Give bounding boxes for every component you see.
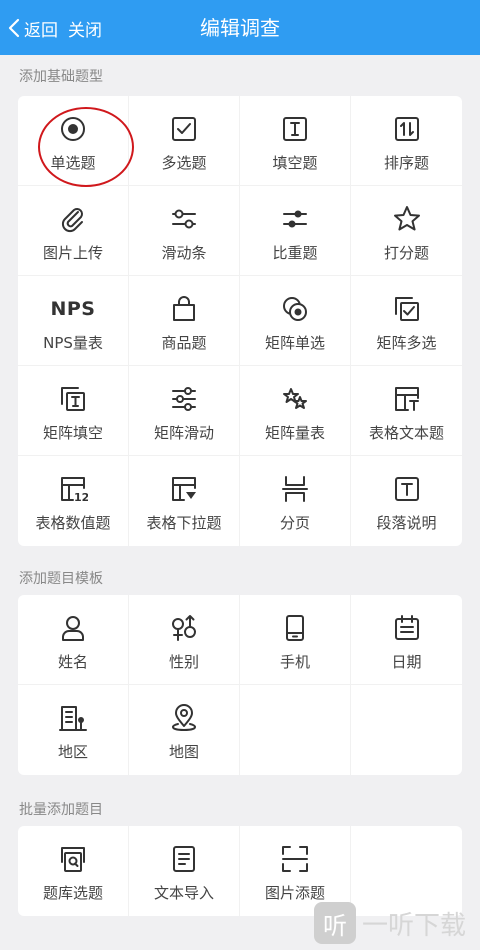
question-type-slider[interactable]: 滑动条 bbox=[129, 186, 240, 276]
section-title-batch: 批量添加题目 bbox=[19, 802, 103, 818]
question-type-label: 排序题 bbox=[383, 154, 429, 172]
question-type-label: 滑动条 bbox=[161, 244, 207, 262]
question-type-label: 文本导入 bbox=[153, 884, 214, 902]
scan-image-icon bbox=[280, 844, 310, 874]
matrix-text-icon bbox=[58, 384, 88, 414]
question-type-table-dropdown[interactable]: 表格下拉题 bbox=[129, 456, 240, 546]
question-type-label: 姓名 bbox=[57, 653, 88, 671]
matrix-scale-icon bbox=[280, 384, 310, 414]
question-type-calendar[interactable]: 日期 bbox=[351, 595, 462, 685]
matrix-radio-icon bbox=[280, 294, 310, 324]
question-type-document-import[interactable]: 文本导入 bbox=[129, 826, 240, 916]
empty-cell bbox=[240, 685, 351, 775]
question-type-label: 矩阵多选 bbox=[376, 334, 437, 352]
watermark-badge: 听 bbox=[314, 902, 356, 944]
question-type-label: 分页 bbox=[279, 514, 310, 532]
question-type-question-bank[interactable]: 题库选题 bbox=[18, 826, 129, 916]
paragraph-icon bbox=[392, 474, 422, 504]
question-type-label: 地区 bbox=[57, 743, 88, 761]
top-nav-bar: 返回 关闭 编辑调查 bbox=[0, 0, 480, 55]
question-type-weight-slider[interactable]: 比重题 bbox=[240, 186, 351, 276]
calendar-icon bbox=[392, 613, 422, 643]
weight-slider-icon bbox=[280, 204, 310, 234]
paperclip-icon bbox=[58, 204, 88, 234]
question-type-label: 性别 bbox=[168, 653, 199, 671]
question-type-person[interactable]: 姓名 bbox=[18, 595, 129, 685]
question-type-label: 表格文本题 bbox=[368, 424, 444, 442]
gender-icon bbox=[169, 613, 199, 643]
question-type-matrix-radio[interactable]: 矩阵单选 bbox=[240, 276, 351, 366]
question-templates-card: 姓名 性别 手机 日期地区 地图 bbox=[18, 595, 462, 775]
question-type-page-break[interactable]: 分页 bbox=[240, 456, 351, 546]
question-type-text-input[interactable]: 填空题 bbox=[240, 96, 351, 186]
question-type-label: 打分题 bbox=[383, 244, 429, 262]
sort-icon bbox=[392, 114, 422, 144]
question-type-label: 表格数值题 bbox=[35, 514, 111, 532]
question-type-map-pin[interactable]: 地图 bbox=[129, 685, 240, 775]
document-import-icon bbox=[169, 844, 199, 874]
question-type-label: 矩阵填空 bbox=[42, 424, 103, 442]
question-type-gender[interactable]: 性别 bbox=[129, 595, 240, 685]
question-type-label: 商品题 bbox=[161, 334, 207, 352]
question-type-nps[interactable]: NPS NPS量表 bbox=[18, 276, 129, 366]
question-type-matrix-checkbox[interactable]: 矩阵多选 bbox=[351, 276, 462, 366]
question-type-label: 题库选题 bbox=[42, 884, 103, 902]
mobile-phone-icon bbox=[280, 613, 310, 643]
question-type-label: 手机 bbox=[279, 653, 310, 671]
question-type-sort[interactable]: 排序题 bbox=[351, 96, 462, 186]
watermark-text: 一听下载 bbox=[362, 910, 467, 941]
building-icon bbox=[58, 703, 88, 733]
question-type-matrix-text[interactable]: 矩阵填空 bbox=[18, 366, 129, 456]
question-type-matrix-slider[interactable]: 矩阵滑动 bbox=[129, 366, 240, 456]
question-type-label: 矩阵滑动 bbox=[153, 424, 214, 442]
question-type-label: 表格下拉题 bbox=[146, 514, 222, 532]
question-type-building[interactable]: 地区 bbox=[18, 685, 129, 775]
question-type-label: 矩阵量表 bbox=[264, 424, 325, 442]
matrix-slider-icon bbox=[169, 384, 199, 414]
section-title-basic: 添加基础题型 bbox=[19, 69, 103, 85]
table-text-icon bbox=[392, 384, 422, 414]
question-type-mobile-phone[interactable]: 手机 bbox=[240, 595, 351, 685]
question-type-paragraph[interactable]: 段落说明 bbox=[351, 456, 462, 546]
question-type-table-text[interactable]: 表格文本题 bbox=[351, 366, 462, 456]
question-bank-icon bbox=[58, 844, 88, 874]
empty-cell bbox=[351, 685, 462, 775]
question-type-matrix-scale[interactable]: 矩阵量表 bbox=[240, 366, 351, 456]
person-icon bbox=[58, 613, 88, 643]
question-type-checkbox[interactable]: 多选题 bbox=[129, 96, 240, 186]
question-type-label: 比重题 bbox=[272, 244, 318, 262]
watermark: 听 一听下载 bbox=[314, 900, 476, 946]
star-icon bbox=[392, 204, 422, 234]
nps-icon: NPS bbox=[50, 294, 95, 324]
matrix-checkbox-icon bbox=[392, 294, 422, 324]
question-type-paperclip[interactable]: 图片上传 bbox=[18, 186, 129, 276]
text-input-icon bbox=[280, 114, 310, 144]
map-pin-icon bbox=[169, 703, 199, 733]
question-type-label: 图片上传 bbox=[42, 244, 103, 262]
page-title: 编辑调查 bbox=[200, 16, 280, 40]
checkbox-icon bbox=[169, 114, 199, 144]
question-type-label: 多选题 bbox=[161, 154, 207, 172]
question-type-label: 地图 bbox=[168, 743, 199, 761]
shopping-bag-icon bbox=[169, 294, 199, 324]
slider-icon bbox=[169, 204, 199, 234]
table-number-icon: 12 bbox=[58, 474, 88, 504]
question-type-label: 矩阵单选 bbox=[264, 334, 325, 352]
highlight-circle bbox=[38, 107, 134, 187]
table-dropdown-icon bbox=[169, 474, 199, 504]
question-type-label: 日期 bbox=[391, 653, 422, 671]
page-break-icon bbox=[280, 474, 310, 504]
question-type-shopping-bag[interactable]: 商品题 bbox=[129, 276, 240, 366]
question-type-star[interactable]: 打分题 bbox=[351, 186, 462, 276]
question-type-label: NPS量表 bbox=[43, 334, 103, 352]
question-type-label: 段落说明 bbox=[376, 514, 437, 532]
svg-text:12: 12 bbox=[74, 491, 88, 504]
question-type-label: 填空题 bbox=[272, 154, 318, 172]
question-type-table-number[interactable]: 12 表格数值题 bbox=[18, 456, 129, 546]
section-title-templates: 添加题目模板 bbox=[19, 571, 103, 587]
nps-text: NPS bbox=[50, 298, 96, 320]
